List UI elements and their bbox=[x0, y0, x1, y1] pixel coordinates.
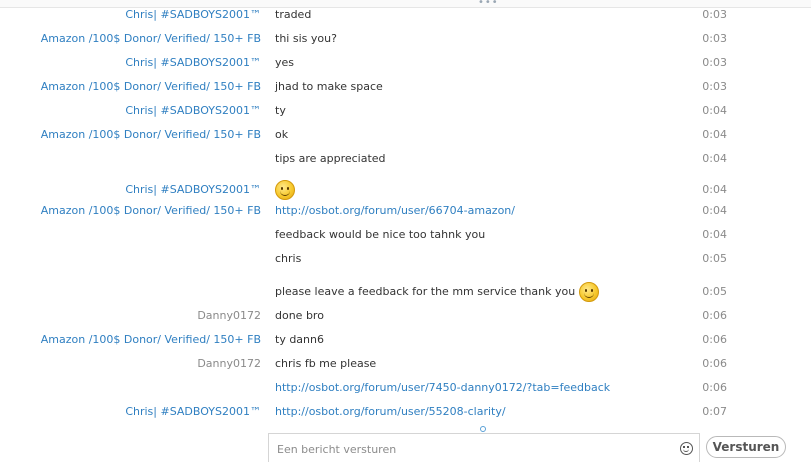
message-row: Amazon /100$ Donor/ Verified/ 150+ FB ty … bbox=[0, 328, 811, 352]
message-timestamp: 0:03 bbox=[702, 32, 727, 45]
message-text: chris bbox=[275, 252, 302, 265]
message-text: yes bbox=[275, 56, 295, 69]
message-timestamp: 0:03 bbox=[702, 80, 727, 93]
message-row: Chris| #SADBOYS2001™ http://osbot.org/for… bbox=[0, 400, 811, 424]
message-timestamp: 0:03 bbox=[702, 8, 727, 21]
message-text: ty bbox=[275, 104, 286, 117]
send-button[interactable]: Versturen bbox=[706, 436, 786, 458]
message-sender[interactable]: Chris| #SADBOYS2001™ bbox=[1, 51, 261, 75]
message-sender[interactable]: Amazon /100$ Donor/ Verified/ 150+ FB bbox=[1, 199, 261, 223]
message-text-container: ok bbox=[275, 123, 288, 147]
message-row: Chris| #SADBOYS2001™ ty 0:04 bbox=[0, 99, 811, 123]
message-timestamp: 0:06 bbox=[702, 357, 727, 370]
message-text-container: chris bbox=[275, 247, 301, 271]
message-row: please leave a feedback for the mm servi… bbox=[0, 280, 811, 304]
scroll-indicator-icon bbox=[480, 426, 486, 432]
message-row: Amazon /100$ Donor/ Verified/ 150+ FB thi… bbox=[0, 27, 811, 51]
message-row: tips are appreciated 0:04 bbox=[0, 147, 811, 171]
message-text: done bro bbox=[275, 309, 324, 322]
message-timestamp: 0:05 bbox=[702, 285, 727, 298]
message-timestamp: 0:04 bbox=[702, 104, 727, 117]
message-timestamp: 0:04 bbox=[702, 228, 727, 241]
message-list: Chris| #SADBOYS2001™ traded 0:03 Amazon /10… bbox=[0, 0, 811, 428]
message-timestamp: 0:05 bbox=[702, 252, 727, 265]
message-row: Amazon /100$ Donor/ Verified/ 150+ FB htt… bbox=[0, 199, 811, 223]
message-sender[interactable]: Chris| #SADBOYS2001™ bbox=[1, 99, 261, 123]
message-link[interactable]: http://osbot.org/forum/user/66704-amazon… bbox=[275, 204, 515, 217]
message-text: please leave a feedback for the mm servi… bbox=[275, 285, 576, 298]
message-text: feedback would be nice too tahnk you bbox=[275, 228, 486, 241]
message-timestamp: 0:04 bbox=[702, 152, 727, 165]
message-text-container: http://osbot.org/forum/user/7450-danny01… bbox=[275, 376, 610, 400]
message-link[interactable]: http://osbot.org/forum/user/7450-danny01… bbox=[275, 381, 610, 394]
message-sender[interactable]: Amazon /100$ Donor/ Verified/ 150+ FB bbox=[1, 75, 261, 99]
message-row: http://osbot.org/forum/user/7450-danny01… bbox=[0, 376, 811, 400]
message-text: thi sis you? bbox=[275, 32, 337, 45]
message-composer bbox=[268, 433, 700, 462]
message-text-container: http://osbot.org/forum/user/55208-clarit… bbox=[275, 400, 506, 424]
message-timestamp: 0:06 bbox=[702, 381, 727, 394]
message-row: Chris| #SADBOYS2001™ traded 0:03 bbox=[0, 3, 811, 27]
message-text: ty dann6 bbox=[275, 333, 324, 346]
message-row: chris 0:05 bbox=[0, 247, 811, 271]
message-text-container: tips are appreciated bbox=[275, 147, 386, 171]
message-sender[interactable]: Chris| #SADBOYS2001™ bbox=[1, 3, 261, 27]
smile-icon[interactable] bbox=[680, 442, 693, 455]
message-sender[interactable]: Amazon /100$ Donor/ Verified/ 150+ FB bbox=[1, 27, 261, 51]
message-text-container: http://osbot.org/forum/user/66704-amazon… bbox=[275, 199, 515, 223]
message-link[interactable]: http://osbot.org/forum/user/55208-clarit… bbox=[275, 405, 506, 418]
message-text: jhad to make space bbox=[275, 80, 383, 93]
message-text: ok bbox=[275, 128, 289, 141]
message-text-container: traded bbox=[275, 3, 311, 27]
message-text-container: jhad to make space bbox=[275, 75, 383, 99]
message-timestamp: 0:04 bbox=[702, 204, 727, 217]
message-sender[interactable]: Chris| #SADBOYS2001™ bbox=[1, 400, 261, 424]
message-row: Chris| #SADBOYS2001™ yes 0:03 bbox=[0, 51, 811, 75]
message-text: traded bbox=[275, 8, 312, 21]
message-text-container: feedback would be nice too tahnk you bbox=[275, 223, 485, 247]
message-text-container: thi sis you? bbox=[275, 27, 337, 51]
message-row: feedback would be nice too tahnk you 0:04 bbox=[0, 223, 811, 247]
message-sender[interactable]: Amazon /100$ Donor/ Verified/ 150+ FB bbox=[1, 328, 261, 352]
message-sender[interactable]: Danny0172 bbox=[1, 304, 261, 328]
message-input[interactable] bbox=[275, 438, 669, 460]
message-sender[interactable]: Danny0172 bbox=[1, 352, 261, 376]
message-text-container: chris fb me please bbox=[275, 352, 376, 376]
message-text: tips are appreciated bbox=[275, 152, 386, 165]
smile-emoji-icon bbox=[275, 180, 295, 200]
message-text-container: ty bbox=[275, 99, 286, 123]
message-text-container: please leave a feedback for the mm servi… bbox=[275, 280, 599, 304]
message-timestamp: 0:03 bbox=[702, 56, 727, 69]
message-text: chris fb me please bbox=[275, 357, 377, 370]
message-row: Danny0172 done bro 0:06 bbox=[0, 304, 811, 328]
message-timestamp: 0:04 bbox=[702, 128, 727, 141]
message-timestamp: 0:06 bbox=[702, 333, 727, 346]
message-timestamp: 0:07 bbox=[702, 405, 727, 418]
message-row: Amazon /100$ Donor/ Verified/ 150+ FB jha… bbox=[0, 75, 811, 99]
smile-emoji-icon bbox=[578, 282, 599, 302]
message-row: Amazon /100$ Donor/ Verified/ 150+ FB ok 0… bbox=[0, 123, 811, 147]
message-row: Danny0172 chris fb me please 0:06 bbox=[0, 352, 811, 376]
message-text-container: ty dann6 bbox=[275, 328, 324, 352]
message-text-container: done bro bbox=[275, 304, 324, 328]
message-timestamp: 0:06 bbox=[702, 309, 727, 322]
message-sender[interactable]: Amazon /100$ Donor/ Verified/ 150+ FB bbox=[1, 123, 261, 147]
message-text-container: yes bbox=[275, 51, 294, 75]
